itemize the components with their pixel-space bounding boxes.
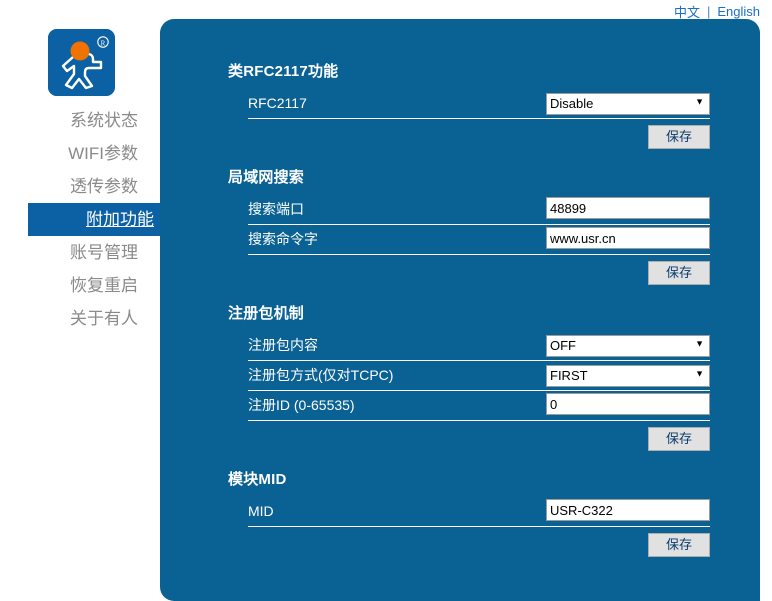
label-search-port: 搜索端口 — [248, 195, 304, 223]
select-reg-content[interactable]: OFF — [546, 335, 710, 357]
label-search-keyword: 搜索命令字 — [248, 225, 318, 253]
usr-iot-logo-icon: R — [48, 29, 115, 96]
select-reg-method[interactable]: FIRST — [546, 365, 710, 387]
section-module-mid: 模块MID MID 保存 — [228, 468, 710, 561]
input-search-port[interactable] — [546, 197, 710, 219]
main-panel: 类RFC2117功能 RFC2117 Disable ▼ 保存 局域网搜索 搜索… — [160, 19, 760, 601]
save-button-module-mid[interactable]: 保存 — [648, 533, 710, 557]
sidebar-item-wifi-params[interactable]: WIFI参数 — [0, 137, 160, 170]
save-button-lan-search[interactable]: 保存 — [648, 261, 710, 285]
save-button-rfc2117[interactable]: 保存 — [648, 125, 710, 149]
input-mid[interactable] — [546, 499, 710, 521]
label-reg-content: 注册包内容 — [248, 331, 318, 359]
sidebar-item-about-usr[interactable]: 关于有人 — [0, 302, 160, 335]
sidebar-item-restore-restart[interactable]: 恢复重启 — [0, 269, 160, 302]
section-title-registration-packet: 注册包机制 — [228, 302, 710, 323]
input-search-keyword[interactable] — [546, 227, 710, 249]
select-rfc2117[interactable]: Disable — [546, 93, 710, 115]
settings-form: 类RFC2117功能 RFC2117 Disable ▼ 保存 局域网搜索 搜索… — [228, 60, 710, 561]
select-wrap-reg-method: FIRST ▼ — [546, 363, 710, 385]
section-lan-search: 局域网搜索 搜索端口 搜索命令字 保存 — [228, 166, 710, 289]
select-wrap-rfc2117: Disable ▼ — [546, 91, 710, 113]
section-rfc2117: 类RFC2117功能 RFC2117 Disable ▼ 保存 — [228, 60, 710, 153]
label-reg-method: 注册包方式(仅对TCPC) — [248, 361, 393, 389]
input-reg-id[interactable] — [546, 393, 710, 415]
select-wrap-reg-content: OFF ▼ — [546, 333, 710, 355]
section-registration-packet: 注册包机制 注册包内容 OFF ▼ 注册包方式(仅对TCPC) FIRST ▼ … — [228, 302, 710, 455]
sidebar-item-system-status[interactable]: 系统状态 — [0, 104, 160, 137]
save-button-registration-packet[interactable]: 保存 — [648, 427, 710, 451]
button-row-rfc2117: 保存 — [248, 119, 710, 153]
row-mid: MID — [248, 497, 710, 527]
label-mid: MID — [248, 497, 274, 525]
button-row-module-mid: 保存 — [248, 527, 710, 561]
sidebar: R 系统状态 WIFI参数 透传参数 附加功能 账号管理 恢复重启 关于有人 — [0, 0, 160, 601]
label-rfc2117: RFC2117 — [248, 89, 307, 117]
sidebar-item-additional-functions[interactable]: 附加功能 — [28, 203, 160, 236]
svg-text:R: R — [101, 39, 106, 47]
button-row-registration-packet: 保存 — [248, 421, 710, 455]
row-search-keyword: 搜索命令字 — [248, 225, 710, 255]
row-reg-content: 注册包内容 OFF ▼ — [248, 331, 710, 361]
button-row-lan-search: 保存 — [248, 255, 710, 289]
section-title-lan-search: 局域网搜索 — [228, 166, 710, 187]
language-separator: | — [707, 4, 710, 19]
row-reg-method: 注册包方式(仅对TCPC) FIRST ▼ — [248, 361, 710, 391]
section-title-module-mid: 模块MID — [228, 468, 710, 489]
label-reg-id: 注册ID (0-65535) — [248, 391, 355, 419]
sidebar-item-account-management[interactable]: 账号管理 — [0, 236, 160, 269]
row-rfc2117: RFC2117 Disable ▼ — [248, 89, 710, 119]
language-link-english[interactable]: English — [717, 4, 760, 19]
row-search-port: 搜索端口 — [248, 195, 710, 225]
sidebar-menu: 系统状态 WIFI参数 透传参数 附加功能 账号管理 恢复重启 关于有人 — [0, 104, 160, 335]
section-title-rfc2117: 类RFC2117功能 — [228, 60, 710, 81]
sidebar-item-transparent-params[interactable]: 透传参数 — [0, 170, 160, 203]
row-reg-id: 注册ID (0-65535) — [248, 391, 710, 421]
